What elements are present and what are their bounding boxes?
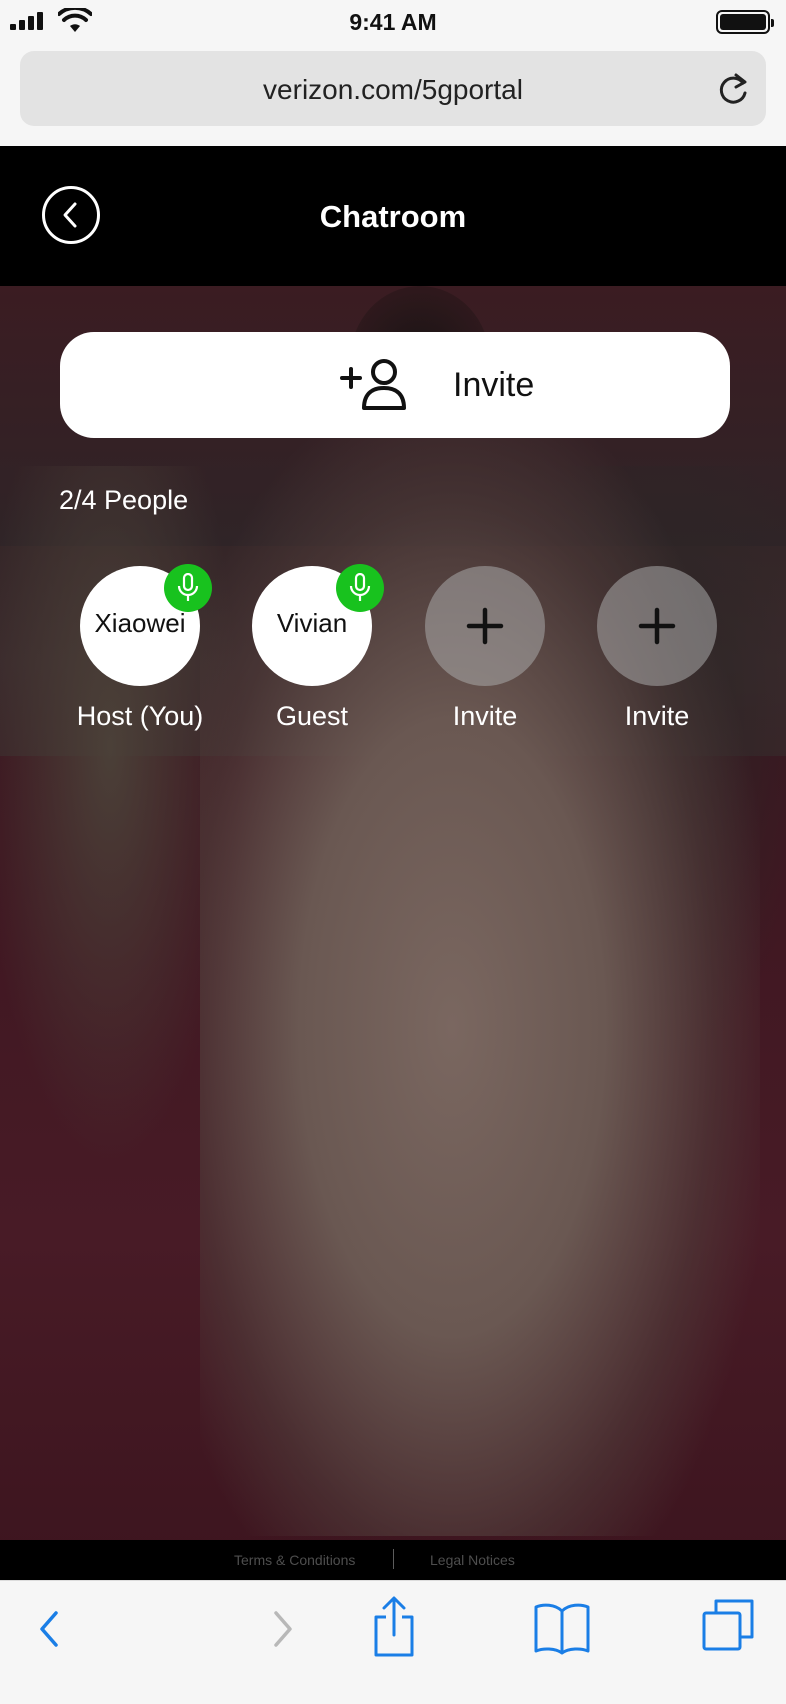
status-bar: 9:41 AM	[0, 0, 786, 46]
battery-icon	[716, 10, 774, 34]
invite-slot[interactable]	[597, 566, 717, 686]
invite-button-label: Invite	[453, 366, 535, 404]
forward-chevron-icon[interactable]	[262, 1599, 302, 1659]
address-bar[interactable]: verizon.com/5gportal	[20, 51, 766, 126]
invite-slot-label: Invite	[452, 701, 518, 731]
bookmarks-icon[interactable]	[533, 1601, 591, 1655]
footer-divider	[393, 1549, 394, 1569]
invite-slot[interactable]	[425, 566, 545, 686]
plus-icon	[638, 607, 676, 645]
share-icon[interactable]	[370, 1595, 418, 1659]
participant-name: Xiaowei	[94, 608, 186, 638]
legal-link[interactable]: Legal Notices	[430, 1552, 515, 1568]
microphone-icon	[349, 573, 371, 601]
browser-chrome: verizon.com/5gportal	[0, 46, 786, 146]
invite-slot-label: Invite	[624, 701, 690, 731]
plus-icon	[466, 607, 504, 645]
url-text[interactable]: verizon.com/5gportal	[20, 74, 766, 106]
page-title: Chatroom	[319, 199, 467, 234]
microphone-icon	[177, 573, 199, 601]
add-person-icon	[340, 359, 406, 410]
reload-icon[interactable]	[716, 71, 750, 107]
back-chevron-icon[interactable]	[30, 1599, 70, 1659]
browser-toolbar	[0, 1580, 786, 1704]
participant-role: Guest	[275, 701, 349, 731]
background-photo	[0, 286, 786, 1540]
footer: Terms & Conditions Legal Notices	[0, 1540, 786, 1580]
participant-role: Host (You)	[76, 701, 204, 731]
mic-on-badge[interactable]	[164, 564, 212, 612]
invite-button[interactable]: Invite	[60, 332, 730, 438]
terms-link[interactable]: Terms & Conditions	[234, 1552, 355, 1568]
tabs-icon[interactable]	[700, 1597, 756, 1653]
people-count: 2/4 People	[59, 485, 189, 515]
status-time: 9:41 AM	[349, 9, 437, 35]
participant-name: Vivian	[276, 608, 348, 638]
mic-on-badge[interactable]	[336, 564, 384, 612]
app-header: Chatroom	[0, 146, 786, 286]
